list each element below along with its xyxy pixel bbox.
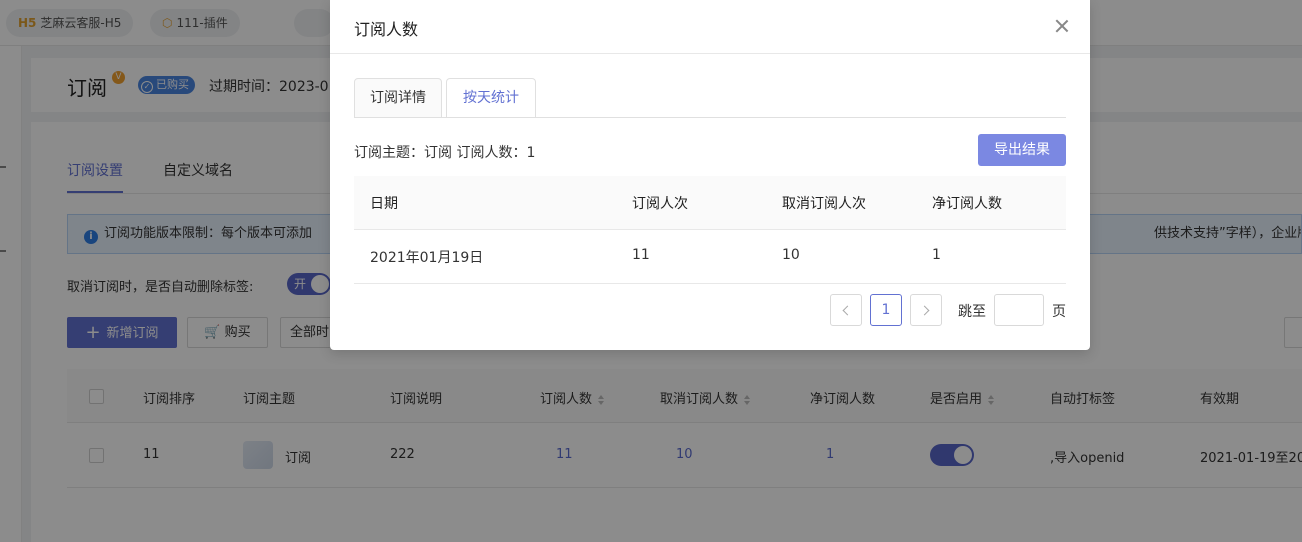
daily-stats-table: 日期 订阅人次 取消订阅人次 净订阅人数 2021年01月19日 11 10 1	[354, 176, 1066, 284]
page-unit-label: 页	[1052, 304, 1066, 320]
page-1-button[interactable]: 1	[870, 294, 902, 326]
close-icon[interactable]	[1052, 16, 1072, 36]
modal-tabs-divider	[354, 117, 1066, 118]
cell-cancellations: 10	[782, 247, 800, 263]
tab-daily-stats[interactable]: 按天统计	[446, 78, 536, 118]
cell-subscriptions: 11	[632, 247, 650, 263]
col-net-subscribers: 净订阅人数	[932, 196, 1002, 212]
subscription-summary: 订阅主题：订阅 订阅人数：1	[354, 145, 536, 161]
next-page-button[interactable]	[910, 294, 942, 326]
modal-title: 订阅人数	[354, 20, 419, 39]
table-row: 2021年01月19日 11 10 1	[354, 230, 1066, 284]
col-date: 日期	[370, 196, 398, 212]
col-cancellations: 取消订阅人次	[782, 196, 866, 212]
jump-page-input[interactable]	[994, 294, 1044, 326]
chevron-right-icon	[919, 305, 930, 316]
tab-subscription-details[interactable]: 订阅详情	[354, 78, 442, 118]
modal-header: 订阅人数	[330, 0, 1090, 54]
chevron-left-icon	[842, 305, 853, 316]
cell-net-subscribers: 1	[932, 247, 941, 263]
export-results-button[interactable]: 导出结果	[978, 134, 1066, 166]
jump-to-label: 跳至	[958, 304, 986, 320]
subscriber-count-modal: 订阅人数 订阅详情 按天统计 订阅主题：订阅 订阅人数：1 导出结果 日期 订阅…	[330, 0, 1090, 350]
col-subscriptions: 订阅人次	[632, 196, 688, 212]
prev-page-button[interactable]	[830, 294, 862, 326]
daily-stats-header: 日期 订阅人次 取消订阅人次 净订阅人数	[354, 176, 1066, 230]
cell-date: 2021年01月19日	[370, 250, 484, 266]
